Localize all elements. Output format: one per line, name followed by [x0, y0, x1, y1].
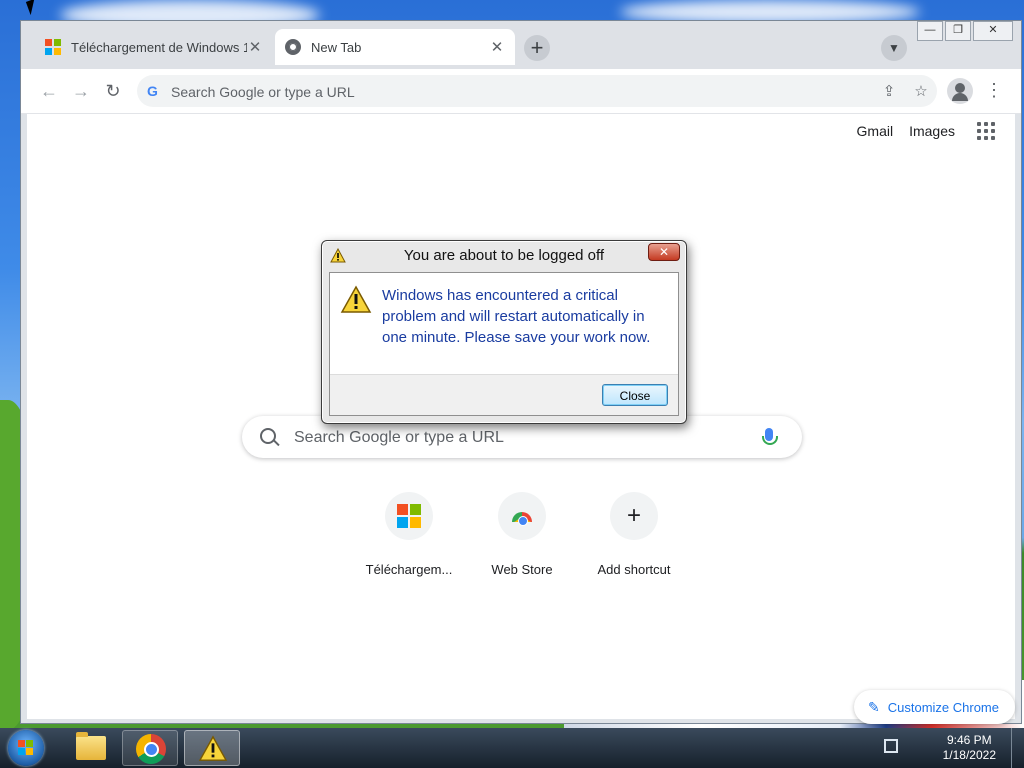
shortcut-telechargement[interactable]: Téléchargem... — [353, 492, 465, 577]
images-link[interactable]: Images — [909, 123, 955, 139]
chevron-down-icon: ▼ — [888, 41, 900, 55]
tab-label: New Tab — [311, 39, 362, 55]
share-icon[interactable]: ⇪ — [879, 82, 899, 100]
reload-icon: ↻ — [105, 81, 121, 101]
start-button[interactable] — [8, 730, 44, 766]
clock-date: 1/18/2022 — [942, 748, 996, 762]
taskbar-file-explorer[interactable] — [62, 730, 118, 766]
tab-close-icon[interactable]: ✕ — [489, 38, 505, 56]
shortcut-label: Web Store — [491, 562, 553, 577]
shortcut-label: Téléchargem... — [365, 562, 453, 577]
browser-toolbar: ← → ↻ G ⇪ ☆ ⋮ — [21, 69, 1021, 114]
dialog-message: Windows has encountered a critical probl… — [382, 287, 651, 346]
tab-new-tab[interactable]: New Tab ✕ — [275, 29, 515, 65]
taskbar-warning-app[interactable] — [184, 730, 240, 766]
shortcut-add[interactable]: + Add shortcut — [578, 492, 690, 577]
system-tray: 9:46 PM 1/18/2022 — [884, 728, 1024, 768]
more-menu-icon[interactable]: ⋮ — [985, 79, 1003, 101]
gmail-link[interactable]: Gmail — [857, 123, 894, 139]
restore-button[interactable]: ❐ — [945, 21, 971, 41]
shortcut-label: Add shortcut — [597, 562, 671, 577]
windows-logo-icon — [18, 740, 33, 755]
chrome-icon — [285, 39, 301, 55]
arrow-right-icon: → — [72, 81, 90, 101]
back-button[interactable]: ← — [37, 79, 61, 103]
tab-strip: Téléchargement de Windows 11 ✕ New Tab ✕… — [21, 21, 1021, 69]
new-tab-button[interactable]: + — [524, 35, 550, 61]
microphone-icon[interactable] — [762, 428, 778, 445]
shortcut-icon-bg — [385, 492, 433, 540]
clock[interactable]: 9:46 PM 1/18/2022 — [943, 733, 996, 763]
taskbar: 9:46 PM 1/18/2022 — [0, 728, 1024, 768]
dialog-body: Windows has encountered a critical probl… — [329, 272, 679, 416]
pencil-icon: ✎ — [868, 698, 880, 715]
dialog-title: You are about to be logged off — [403, 247, 605, 264]
search-icon — [260, 428, 276, 444]
plus-icon: + — [626, 502, 641, 529]
forward-button[interactable]: → — [69, 79, 93, 103]
warning-icon — [198, 735, 228, 761]
tab-close-icon[interactable]: ✕ — [247, 38, 263, 56]
shortcut-icon-bg: + — [610, 492, 658, 540]
minimize-button[interactable]: — — [917, 21, 943, 41]
microsoft-logo-icon — [397, 504, 421, 528]
network-icon[interactable] — [884, 739, 898, 753]
address-input[interactable] — [169, 75, 873, 109]
customize-label: Customize Chrome — [887, 699, 999, 715]
dialog-close-x-button[interactable]: ✕ — [648, 243, 680, 261]
bookmark-star-icon[interactable]: ☆ — [911, 82, 931, 100]
folder-icon — [76, 732, 106, 760]
address-bar[interactable]: G ⇪ ☆ — [137, 75, 937, 109]
dialog-footer: Close — [330, 374, 678, 415]
mouse-cursor-icon — [25, 0, 40, 16]
tab-search-button[interactable]: ▼ — [881, 35, 907, 61]
show-desktop-button[interactable] — [1011, 728, 1024, 768]
customize-chrome-button[interactable]: ✎ Customize Chrome — [854, 690, 1015, 724]
tab-windows11-download[interactable]: Téléchargement de Windows 11 ✕ — [35, 29, 273, 65]
logoff-warning-dialog: You are about to be logged off ✕ Windows… — [321, 240, 687, 424]
chrome-icon — [136, 734, 166, 764]
profile-avatar-icon[interactable] — [947, 78, 973, 104]
top-links: Gmail Images — [841, 122, 995, 140]
close-icon: ✕ — [658, 245, 670, 259]
microsoft-logo-icon — [45, 39, 61, 55]
shortcut-web-store[interactable]: Web Store — [466, 492, 578, 577]
chrome-web-store-icon — [512, 512, 532, 526]
shortcut-icon-bg — [498, 492, 546, 540]
google-g-icon: G — [147, 83, 158, 99]
warning-icon — [340, 285, 372, 313]
clock-time: 9:46 PM — [946, 733, 992, 747]
tab-label: Téléchargement de Windows 11 — [71, 39, 247, 55]
reload-button[interactable]: ↻ — [101, 79, 125, 103]
taskbar-chrome[interactable] — [122, 730, 178, 766]
close-button[interactable]: Close — [602, 384, 668, 406]
google-apps-icon[interactable] — [977, 122, 995, 140]
window-close-button[interactable]: ✕ — [973, 21, 1013, 41]
arrow-left-icon: ← — [40, 81, 58, 101]
